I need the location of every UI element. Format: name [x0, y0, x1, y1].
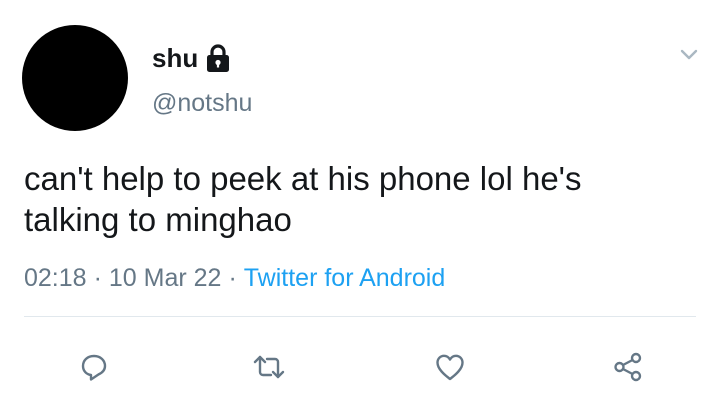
tweet-card: shu @notshu can't help to peek at his ph… — [0, 0, 720, 414]
author-name-row: shu — [152, 40, 231, 76]
display-name[interactable]: shu — [152, 40, 198, 76]
chevron-down-icon[interactable] — [674, 40, 704, 70]
lock-icon — [205, 43, 231, 73]
tweet-date: 10 Mar 22 — [108, 264, 222, 292]
meta-separator: · — [228, 264, 237, 292]
share-button[interactable] — [605, 344, 651, 390]
reply-button[interactable] — [71, 344, 117, 390]
avatar[interactable] — [22, 25, 128, 131]
tweet-text: can't help to peek at his phone lol he's… — [24, 158, 704, 240]
share-icon — [612, 351, 644, 383]
meta-separator: · — [93, 264, 102, 292]
tweet-source-link[interactable]: Twitter for Android — [244, 264, 445, 292]
author-handle[interactable]: @notshu — [152, 86, 252, 120]
action-bar — [0, 344, 720, 390]
tweet-meta: 02:18 · 10 Mar 22 · Twitter for Android — [24, 262, 445, 294]
divider — [24, 316, 696, 317]
tweet-time: 02:18 — [24, 264, 87, 292]
retweet-icon — [252, 352, 286, 382]
tweet-text-line-2: talking to minghao — [24, 201, 292, 238]
tweet-text-line-1: can't help to peek at his phone lol he's — [24, 160, 582, 197]
reply-icon — [79, 352, 109, 382]
retweet-button[interactable] — [246, 344, 292, 390]
like-button[interactable] — [427, 344, 473, 390]
like-icon — [434, 352, 466, 382]
